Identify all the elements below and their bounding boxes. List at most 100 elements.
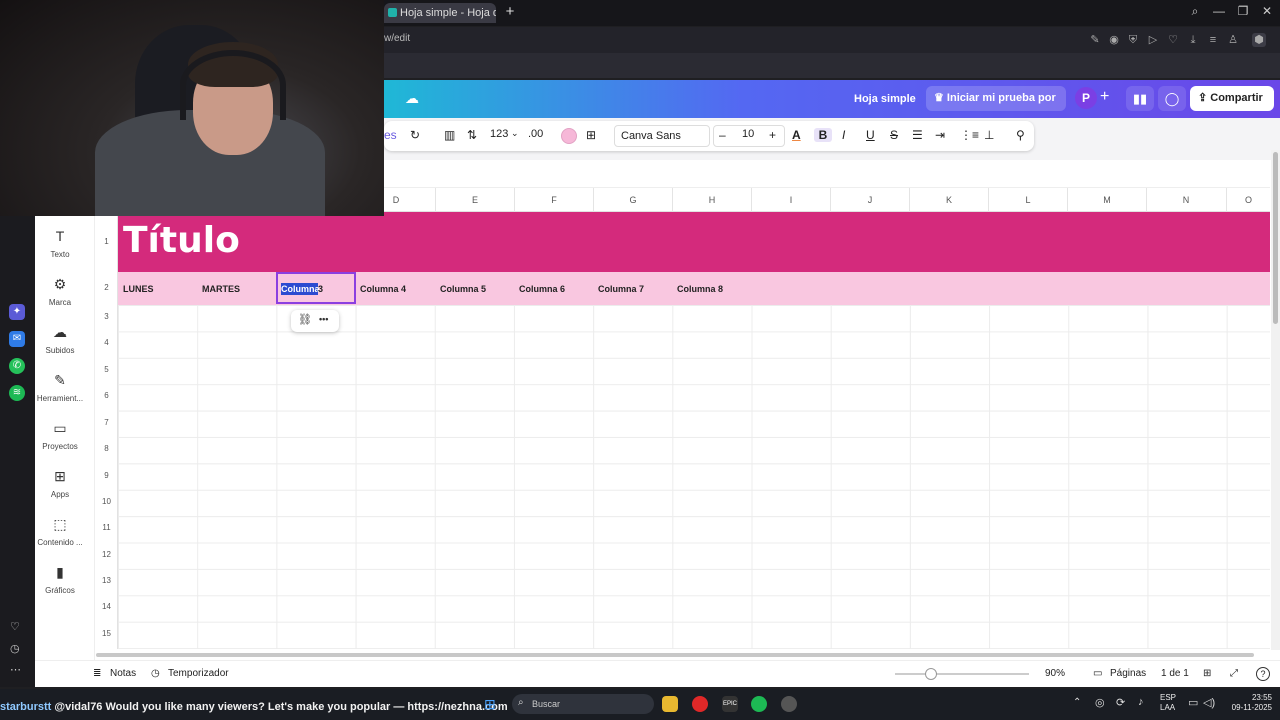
column-header-j[interactable]: J xyxy=(830,188,909,212)
edit-icon[interactable]: ✎ xyxy=(1088,33,1102,47)
history-icon[interactable]: ◷ xyxy=(10,642,20,655)
add-member-button[interactable]: + xyxy=(1100,88,1109,106)
align-left-icon[interactable]: ☰ xyxy=(912,128,923,142)
zoom-slider[interactable] xyxy=(895,673,1029,675)
sidebar-item-contenido-icon[interactable]: ⬚ xyxy=(35,516,85,533)
sidebar-item-herramient-icon[interactable]: ✎ xyxy=(35,372,85,389)
header-cell-lunes[interactable]: LUNES xyxy=(123,284,154,294)
header-cell-columna-6[interactable]: Columna 6 xyxy=(519,284,565,294)
bold-button[interactable]: B xyxy=(814,128,832,142)
minimize-button[interactable]: — xyxy=(1210,4,1228,18)
heart-icon[interactable]: ♡ xyxy=(1166,33,1180,47)
chart-icon[interactable]: ▥ xyxy=(444,128,455,142)
sync-icon[interactable]: ⟳ xyxy=(1116,696,1125,709)
epic-games-icon[interactable]: EPIC xyxy=(722,696,738,712)
taskbar-clock[interactable]: 23:55 09-11-2025 xyxy=(1216,693,1272,713)
sidebar-item-marca-icon[interactable]: ⚙ xyxy=(35,276,85,293)
row-header-8[interactable]: 8 xyxy=(95,444,118,453)
share-button[interactable]: ⇪ Compartir xyxy=(1190,86,1274,111)
cell-grid[interactable] xyxy=(118,305,1270,649)
column-header-h[interactable]: H xyxy=(672,188,751,212)
sidebar-item-label[interactable]: Texto xyxy=(35,250,85,259)
column-header-l[interactable]: L xyxy=(988,188,1067,212)
sidebar-item-label[interactable]: Apps xyxy=(35,490,85,499)
tray-icon[interactable]: ◎ xyxy=(1095,696,1105,709)
more-icon[interactable]: ⋯ xyxy=(10,663,21,676)
shield-icon[interactable]: ⛨ xyxy=(1126,33,1140,47)
row-header-9[interactable]: 9 xyxy=(95,471,118,480)
fullscreen-icon[interactable]: ⤢ xyxy=(1230,668,1238,679)
sidebar-item-label[interactable]: Gráficos xyxy=(35,586,85,595)
app-taskbar-icon[interactable] xyxy=(781,696,797,712)
chevron-up-icon[interactable]: ⌃ xyxy=(1073,697,1081,708)
download-icon[interactable]: ⤓ xyxy=(1186,33,1200,47)
vertical-scroll-thumb[interactable] xyxy=(1273,152,1278,324)
messenger-icon[interactable]: ✉ xyxy=(9,331,25,347)
comment-icon[interactable]: ◯ xyxy=(1158,86,1186,111)
list-icon[interactable]: ⋮≡ xyxy=(960,128,979,142)
trial-button[interactable]: ♛ Iniciar mi prueba por $0 xyxy=(926,86,1066,129)
sheet-title[interactable]: Título xyxy=(123,220,240,261)
refresh-icon[interactable]: ↻ xyxy=(410,128,420,142)
increase-size-button[interactable]: + xyxy=(769,128,776,142)
grid-view-icon[interactable]: ⊞ xyxy=(1203,668,1211,679)
whatsapp-icon[interactable]: ✆ xyxy=(9,358,25,374)
font-size-value[interactable]: 10 xyxy=(742,128,754,140)
microphone-icon[interactable]: ♪ xyxy=(1138,696,1144,708)
sidebar-item-label[interactable]: Contenido ... xyxy=(35,538,85,547)
heart-icon[interactable]: ♡ xyxy=(10,620,20,633)
column-header-i[interactable]: I xyxy=(751,188,830,212)
cell-color-swatch[interactable] xyxy=(561,128,577,144)
timer-button[interactable]: Temporizador xyxy=(168,668,229,679)
new-tab-button[interactable]: + xyxy=(503,4,517,19)
row-header-4[interactable]: 4 xyxy=(95,338,118,347)
sidebar-item-gráficos-icon[interactable]: ▮ xyxy=(35,564,85,581)
menu-icon[interactable]: ≡ xyxy=(1206,33,1220,47)
close-button[interactable]: ✕ xyxy=(1258,4,1276,18)
header-cell-columna-5[interactable]: Columna 5 xyxy=(440,284,486,294)
row-header-10[interactable]: 10 xyxy=(95,497,118,506)
notes-icon[interactable]: ≣ xyxy=(93,668,101,679)
number-format-button[interactable]: 123 xyxy=(490,128,508,140)
column-header-g[interactable]: G xyxy=(593,188,672,212)
toolbar-partial-label[interactable]: es xyxy=(384,128,397,142)
sidebar-item-subidos-icon[interactable]: ☁ xyxy=(35,324,85,341)
help-button[interactable]: ? xyxy=(1256,667,1270,681)
cloud-sync-icon[interactable]: ☁ xyxy=(405,90,419,107)
notes-button[interactable]: Notas xyxy=(110,668,136,679)
play-icon[interactable]: ▷ xyxy=(1146,33,1160,47)
sidebar-item-label[interactable]: Marca xyxy=(35,298,85,307)
horizontal-scroll-thumb[interactable] xyxy=(96,653,1254,657)
text-color-button[interactable]: A xyxy=(792,128,801,142)
spotify-taskbar-icon[interactable] xyxy=(751,696,767,712)
sidebar-item-label[interactable]: Subidos xyxy=(35,346,85,355)
row-header-7[interactable]: 7 xyxy=(95,418,118,427)
row-header-5[interactable]: 5 xyxy=(95,365,118,374)
decimals-button[interactable]: .00 xyxy=(528,128,543,140)
app-icon[interactable]: ✦ xyxy=(9,304,25,320)
language-indicator[interactable]: ESP LAA xyxy=(1160,693,1176,713)
stats-icon[interactable]: ▮▮ xyxy=(1126,86,1154,111)
underline-button[interactable]: U xyxy=(866,128,875,142)
row-header-15[interactable]: 15 xyxy=(95,629,118,638)
header-cell-columna-4[interactable]: Columna 4 xyxy=(360,284,406,294)
camera-icon[interactable]: ◉ xyxy=(1107,33,1121,47)
sidebar-item-texto-icon[interactable]: T xyxy=(35,228,85,244)
pages-button[interactable]: Páginas xyxy=(1110,668,1146,679)
header-cell-columna-8[interactable]: Columna 8 xyxy=(677,284,723,294)
sort-icon[interactable]: ⇅ xyxy=(467,128,477,142)
timer-icon[interactable]: ◷ xyxy=(151,668,160,679)
row-header-1[interactable]: 1 xyxy=(95,237,118,246)
file-explorer-icon[interactable] xyxy=(662,696,678,712)
header-cell-columna-7[interactable]: Columna 7 xyxy=(598,284,644,294)
row-header-11[interactable]: 11 xyxy=(95,523,118,532)
selected-text[interactable]: Columna xyxy=(281,284,320,294)
decrease-size-button[interactable]: – xyxy=(719,128,726,142)
wrap-text-icon[interactable]: ⇥ xyxy=(935,128,945,142)
zoom-slider-thumb[interactable] xyxy=(925,668,937,680)
spotify-icon[interactable]: ≋ xyxy=(9,385,25,401)
column-header-m[interactable]: M xyxy=(1067,188,1146,212)
title-row[interactable] xyxy=(118,212,1270,272)
column-header-f[interactable]: F xyxy=(514,188,593,212)
strikethrough-button[interactable]: S xyxy=(890,128,898,142)
